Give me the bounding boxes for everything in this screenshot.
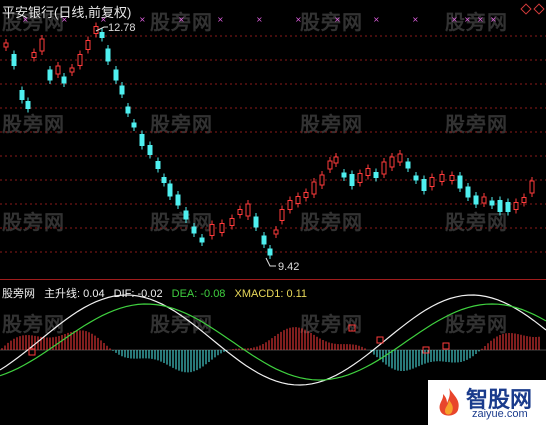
candle-body xyxy=(489,200,495,206)
candle-body xyxy=(99,32,105,38)
signal-marker: × xyxy=(217,15,224,24)
candle-body xyxy=(327,160,333,170)
candle-body xyxy=(25,101,31,109)
candle-body xyxy=(61,76,67,84)
candle-body xyxy=(311,181,317,195)
candle-body xyxy=(397,153,403,163)
candle-body xyxy=(11,54,17,66)
candle-body xyxy=(333,156,339,164)
candle-body xyxy=(421,179,427,191)
candle-body xyxy=(273,229,279,235)
candle-body xyxy=(237,209,243,215)
dif-value: DIF: -0.02 xyxy=(113,288,163,300)
cross-marker xyxy=(348,324,356,332)
signal-marker: × xyxy=(477,15,484,24)
candle-body xyxy=(39,38,45,52)
candle-body xyxy=(389,156,395,168)
candle-body xyxy=(505,202,511,212)
candle-body xyxy=(167,183,173,197)
candle-body xyxy=(55,65,61,75)
low-price-label: 9.42 xyxy=(278,261,300,273)
candle-body xyxy=(105,48,111,62)
signal-marker: × xyxy=(139,15,146,24)
candle-body xyxy=(349,174,355,186)
candle-body xyxy=(465,186,471,198)
candle-body xyxy=(457,175,463,189)
xmacd-value: XMACD1: 0.11 xyxy=(234,288,308,300)
candle-body xyxy=(513,202,519,210)
main-line-value: 主升线: 0.04 xyxy=(44,288,105,300)
candle-body xyxy=(119,85,125,95)
candle-body xyxy=(77,54,83,66)
candle-body xyxy=(279,209,285,221)
candle-body xyxy=(131,122,137,128)
brand-url: zaiyue.com xyxy=(472,408,528,420)
candle-body xyxy=(19,90,25,100)
signal-marker: × xyxy=(295,15,302,24)
candle-body xyxy=(229,218,235,226)
candle-body xyxy=(245,203,251,217)
candle-body xyxy=(303,192,309,198)
candle-body xyxy=(161,177,167,183)
candle-body xyxy=(413,175,419,181)
price-chart[interactable]: × × × × × × × × × × × × × × × xyxy=(0,0,546,280)
candle-body xyxy=(31,52,37,58)
candle-body xyxy=(429,177,435,187)
indicator-header: 股旁网 主升线: 0.04 DIF: -0.02 DEA: -0.08 XMAC… xyxy=(2,285,313,301)
candle-body xyxy=(219,223,225,233)
brand-logo: 智股网 zaiyue.com xyxy=(428,380,546,425)
dea-line xyxy=(0,303,546,381)
candle-body xyxy=(209,224,215,236)
signal-marker: × xyxy=(451,15,458,24)
signal-marker: × xyxy=(373,15,380,24)
candle-body xyxy=(267,248,273,256)
signal-marker: × xyxy=(412,15,419,24)
candle-body xyxy=(47,69,53,81)
high-price-label: 12.78 xyxy=(108,22,136,34)
candle-body xyxy=(139,134,145,146)
candle-body xyxy=(481,196,487,204)
candle-body xyxy=(261,235,267,245)
candle-body xyxy=(175,194,181,206)
chart-title: 平安银行(日线,前复权) xyxy=(2,5,132,20)
candle-body xyxy=(497,200,503,212)
candle-body xyxy=(113,69,119,81)
candle-body xyxy=(191,226,197,234)
low-callout xyxy=(265,257,276,267)
signal-marker: × xyxy=(490,15,497,24)
candle-body xyxy=(295,196,301,204)
candle-body xyxy=(405,161,411,169)
candle-body xyxy=(473,195,479,205)
cross-marker xyxy=(442,342,450,350)
indicator-name: 股旁网 xyxy=(2,288,35,300)
candle-body xyxy=(125,106,131,114)
signal-marker: × xyxy=(334,15,341,24)
signal-marker: × xyxy=(256,15,263,24)
candle-body xyxy=(449,175,455,181)
candle-body xyxy=(85,40,91,50)
candle-body xyxy=(287,200,293,210)
candle-body xyxy=(69,67,75,73)
candle-body xyxy=(183,210,189,220)
candle-body xyxy=(253,216,259,228)
candle-body xyxy=(357,173,363,183)
candle-body xyxy=(319,174,325,186)
candle-body xyxy=(341,172,347,178)
candle-body xyxy=(373,172,379,178)
flame-icon xyxy=(439,388,459,416)
candle-body xyxy=(155,161,161,169)
candle-body xyxy=(147,145,153,155)
candle-body xyxy=(529,180,535,194)
signal-marker: × xyxy=(178,15,185,24)
candle-body xyxy=(3,42,9,48)
signal-marker: × xyxy=(464,15,471,24)
dea-value: DEA: -0.08 xyxy=(171,288,226,300)
candle-body xyxy=(521,197,527,203)
candle-body xyxy=(439,174,445,182)
candle-body xyxy=(365,168,371,176)
candle-body xyxy=(381,161,387,175)
candle-body xyxy=(199,237,205,243)
chart-window[interactable]: 股旁网 股旁网 股旁网 股旁网 股旁网 股旁网 股旁网 股旁网 股旁网 股旁网 股旁网 股旁网 股旁网股… xyxy=(0,0,546,425)
